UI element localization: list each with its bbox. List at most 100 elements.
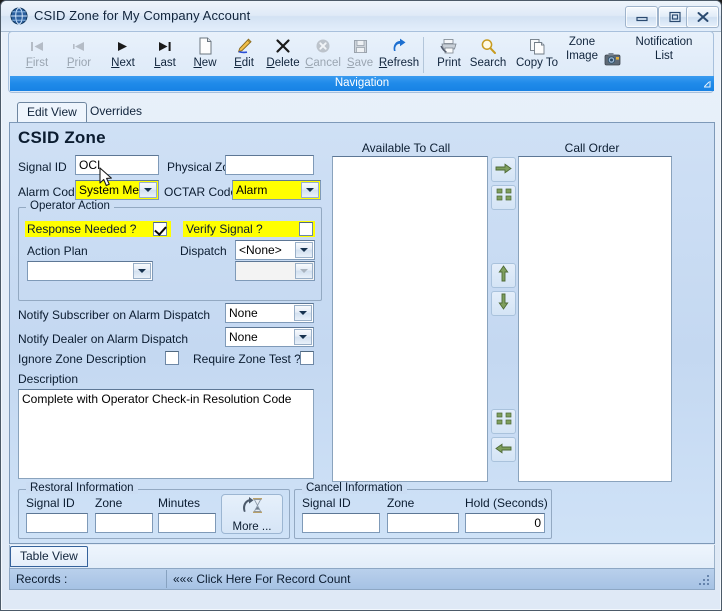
toolbar-button-notification-list[interactable]: Notification List <box>622 36 706 78</box>
chevron-down-icon[interactable] <box>294 329 312 345</box>
edit-view-panel: CSID Zone Signal ID OCI Physical Zone Al… <box>9 122 715 544</box>
toolbar-label-save: Save <box>346 57 374 69</box>
prior-record-icon <box>71 36 87 56</box>
toolbar-button-last[interactable]: Last <box>144 34 186 76</box>
restoral-more-button-label: More ... <box>232 520 272 533</box>
records-label: Records : <box>16 572 68 586</box>
cancel-signal-id-input[interactable] <box>302 513 380 533</box>
refresh-arrow-icon <box>391 36 408 56</box>
toolbar-button-refresh[interactable]: Refresh <box>374 34 424 76</box>
notify-subscriber-combo[interactable]: None <box>225 303 314 323</box>
move-down-button[interactable] <box>491 291 516 316</box>
restoral-zone-label: Zone <box>95 496 123 510</box>
cancel-zone-label: Zone <box>387 496 415 510</box>
restoral-signal-id-input[interactable] <box>26 513 88 533</box>
arrow-down-icon <box>498 293 509 315</box>
close-button[interactable] <box>686 6 719 28</box>
toolbar-button-save[interactable]: Save <box>342 34 378 76</box>
tab-table-view-label: Table View <box>20 549 78 563</box>
toolbar-label-refresh: Refresh <box>378 57 420 69</box>
toolbar-button-copy-to[interactable]: Copy To <box>509 34 565 76</box>
restoral-signal-id-label: Signal ID <box>26 496 75 510</box>
arrow-left-icon <box>495 441 512 459</box>
toolbar-button-prior[interactable]: Prior <box>57 34 101 76</box>
pencil-icon <box>235 36 253 56</box>
toolbar-label-last: Last <box>154 57 176 69</box>
toolbar-button-new[interactable]: New <box>184 34 226 76</box>
chevron-down-icon[interactable] <box>301 182 319 198</box>
minimize-button[interactable] <box>625 6 658 28</box>
physical-zone-input[interactable] <box>225 155 314 175</box>
move-all-right-button[interactable] <box>491 185 516 210</box>
toolbar-label-notification-line2: List <box>655 50 673 62</box>
status-bar: Records : ««« Click Here For Record Coun… <box>9 568 715 590</box>
ignore-zone-description-label: Ignore Zone Description <box>18 352 147 366</box>
toolbar-button-next[interactable]: Next <box>101 34 145 76</box>
action-plan-combo[interactable] <box>27 261 153 281</box>
toolbar-button-search[interactable]: Search <box>464 34 512 76</box>
navigation-ribbon: First Prior Next Last New Edit Delete Ca… <box>8 31 714 93</box>
tab-strip: Edit View Overrides <box>9 102 715 124</box>
require-zone-test-label: Require Zone Test ? <box>193 352 301 366</box>
chevron-down-icon[interactable] <box>133 263 151 279</box>
tab-overrides[interactable]: Overrides <box>81 102 151 123</box>
verify-signal-checkbox[interactable] <box>299 222 313 236</box>
require-zone-test-checkbox[interactable] <box>300 351 314 365</box>
response-needed-checkbox[interactable] <box>153 222 167 236</box>
alarm-code-combo[interactable]: System Mes <box>75 180 159 200</box>
toolbar-label-print: Print <box>437 57 461 69</box>
available-to-call-header: Available To Call <box>361 141 451 155</box>
restoral-zone-input[interactable] <box>95 513 153 533</box>
toolbar-button-zone-image[interactable]: Zone Image <box>558 36 606 78</box>
record-count-link[interactable]: ««« Click Here For Record Count <box>167 572 696 586</box>
move-left-button[interactable] <box>491 437 516 462</box>
dialog-launcher-icon[interactable] <box>702 79 711 88</box>
tab-edit-view[interactable]: Edit View <box>17 102 87 123</box>
move-right-button[interactable] <box>491 157 516 182</box>
call-order-list[interactable] <box>518 156 672 482</box>
chevron-down-icon[interactable] <box>139 182 157 198</box>
x-delete-icon <box>275 36 291 56</box>
cancel-zone-input[interactable] <box>387 513 459 533</box>
arrows-all-right-icon <box>495 187 513 208</box>
restoral-minutes-input[interactable] <box>158 513 216 533</box>
toolbar-label-new: New <box>193 57 217 69</box>
move-all-left-button[interactable] <box>491 409 516 434</box>
chevron-down-icon[interactable] <box>295 263 313 279</box>
dispatch-combo[interactable]: <None> <box>235 240 315 260</box>
camera-icon <box>604 52 623 72</box>
magnifier-icon <box>480 36 497 56</box>
ignore-zone-description-checkbox[interactable] <box>165 351 179 365</box>
toolbar-label-cancel: Cancel <box>305 57 341 69</box>
alarm-code-label: Alarm Code <box>18 185 82 199</box>
restoral-more-button[interactable]: More ... <box>221 494 283 534</box>
copy-pages-icon <box>529 36 545 56</box>
description-label: Description <box>18 372 79 386</box>
octar-code-label: OCTAR Code <box>164 185 238 199</box>
move-up-button[interactable] <box>491 263 516 288</box>
tab-edit-view-label: Edit View <box>27 105 77 119</box>
chevron-down-icon[interactable] <box>294 305 312 321</box>
notify-dealer-combo[interactable]: None <box>225 327 314 347</box>
signal-id-input[interactable]: OCI <box>75 155 159 175</box>
octar-code-combo[interactable]: Alarm <box>232 180 321 200</box>
dispatch-value: <None> <box>239 243 282 257</box>
toolbar-button-edit[interactable]: Edit <box>224 34 264 76</box>
cancel-signal-id-label: Signal ID <box>302 496 351 510</box>
alarm-code-value: System Mes <box>79 183 146 197</box>
cancel-information-group: Cancel Information Signal ID Zone Hold (… <box>294 482 552 539</box>
toolbar-label-notification-line1: Notification <box>635 36 693 48</box>
dispatch-label: Dispatch <box>180 244 227 258</box>
toolbar-button-cancel[interactable]: Cancel <box>300 34 346 76</box>
cancel-hold-input[interactable]: 0 <box>465 513 545 533</box>
dispatch-sub-combo[interactable] <box>235 261 315 281</box>
description-textarea[interactable]: Complete with Operator Check-in Resoluti… <box>18 389 314 479</box>
toolbar-button-first[interactable]: First <box>17 34 57 76</box>
notify-dealer-value: None <box>229 330 258 344</box>
available-to-call-list[interactable] <box>332 156 488 482</box>
page-title: CSID Zone <box>18 128 106 147</box>
chevron-down-icon[interactable] <box>295 242 313 258</box>
application-window: CSID Zone for My Company Account First P… <box>0 0 722 611</box>
tab-table-view[interactable]: Table View <box>10 546 88 567</box>
resize-grip-icon[interactable] <box>696 571 712 587</box>
